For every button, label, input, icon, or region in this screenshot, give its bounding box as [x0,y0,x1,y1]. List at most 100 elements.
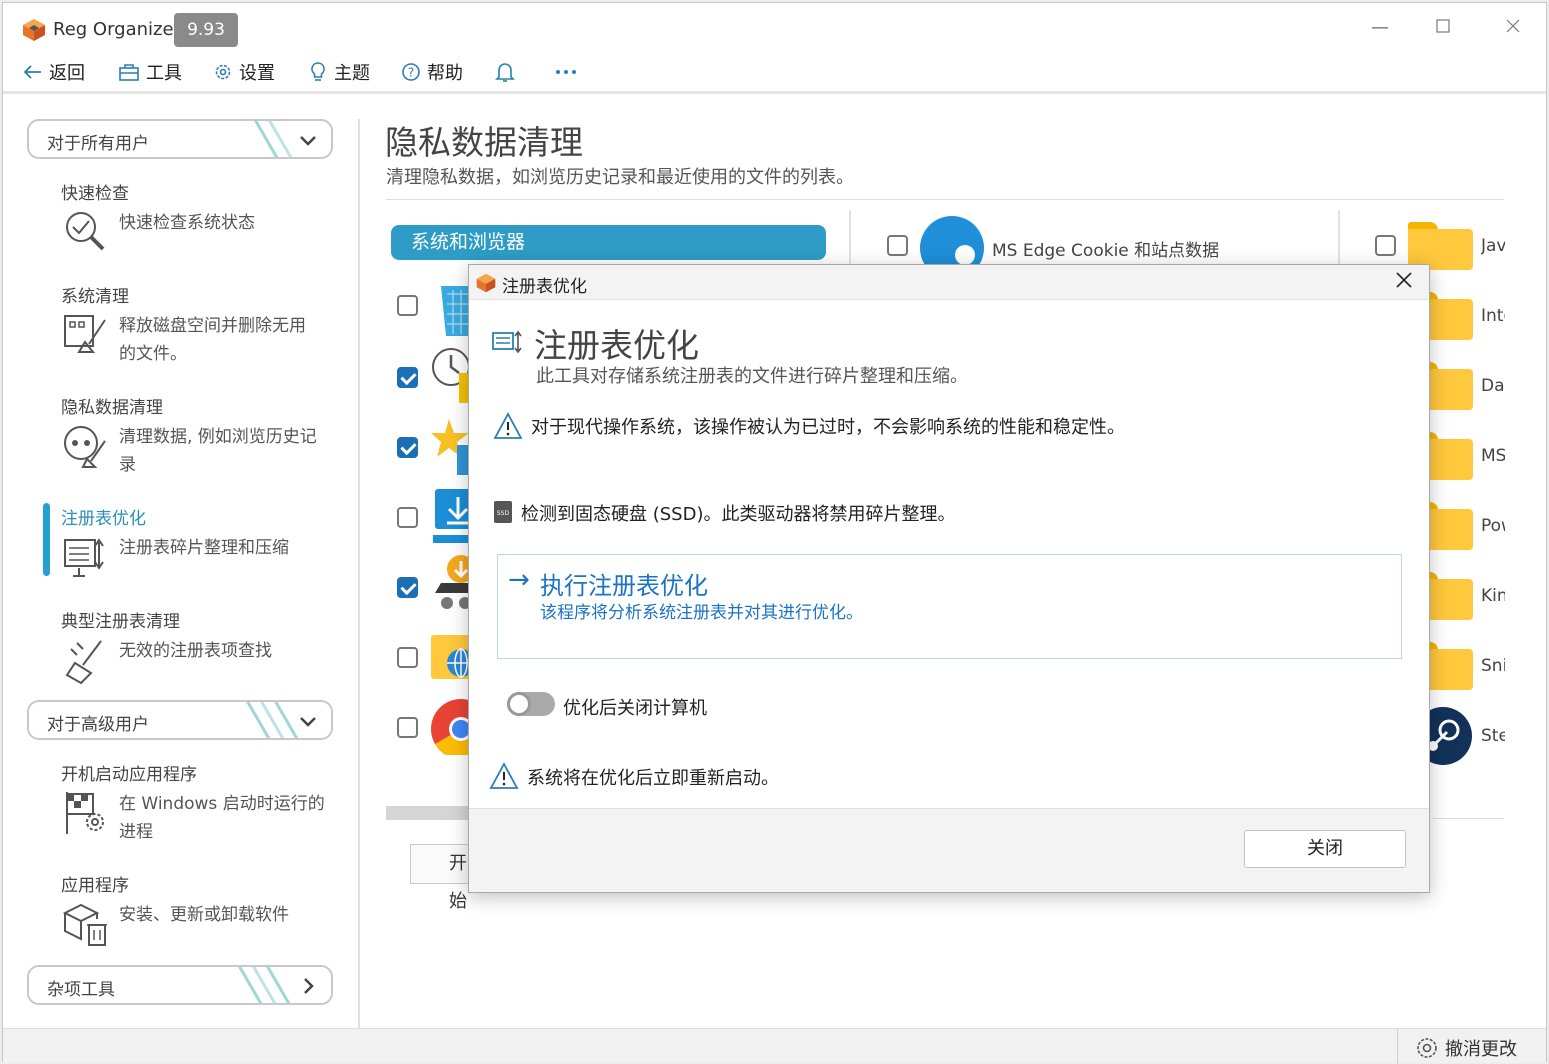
registry-compress-icon [64,538,104,577]
horizontal-scrollbar[interactable] [386,806,476,820]
help-label: 帮助 [427,63,463,84]
toggle-label: 优化后关闭计算机 [563,698,707,719]
version-badge: 9.93 [174,13,238,47]
item-checkbox[interactable] [397,647,418,668]
dialog-footer: 关闭 [469,808,1429,892]
sidebar-item-quick-check[interactable]: 快速检查 快速检查系统状态 [61,179,331,259]
shutdown-after-toggle[interactable] [507,692,555,716]
magnifier-check-icon [66,212,105,251]
restart-notice: 系统将在优化后立即重新启动。 [527,768,779,789]
group-advanced-label: 对于高级用户 [47,715,149,735]
help-icon: ? [402,63,420,81]
item-checkbox[interactable] [397,295,418,316]
right-item-label: MS [1481,446,1505,466]
back-button[interactable]: 返回 [23,57,85,87]
tools-label: 工具 [146,63,182,84]
dialog-title: 注册表优化 [502,277,587,297]
sidebar-item-desc: 安装、更新或卸载软件 [119,905,289,925]
theme-label: 主题 [334,63,370,84]
category-system-browsers[interactable]: 系统和浏览器 [391,225,826,260]
group-misc-label: 杂项工具 [47,980,115,1000]
sidebar-item-desc: 快速检查系统状态 [119,213,255,233]
item-checkbox[interactable] [397,577,418,598]
title-divider [386,199,1504,200]
lightbulb-icon [311,62,325,81]
incognito-broom-icon [64,426,106,468]
sidebar-item-desc: 无效的注册表项查找 [119,641,272,661]
settings-button[interactable]: 设置 [213,57,275,87]
dialog-title-bar: 注册表优化 [469,265,1429,300]
maximize-button[interactable] [1428,13,1458,43]
right-item-label: Power [1481,516,1505,536]
title-bar: Reg Organizer 9.93 — [3,3,1546,53]
checkered-flag-gear-icon [66,792,104,834]
theme-button[interactable]: 主题 [308,57,370,87]
minimize-button[interactable]: — [1365,13,1395,43]
sidebar-item-applications[interactable]: 应用程序 安装、更新或卸载软件 [61,871,331,951]
undo-changes-button[interactable]: 撤消更改 [1415,1035,1517,1061]
chevron-down-icon [300,717,316,727]
toolbox-icon [119,64,139,81]
sidebar-item-desc: 在 Windows 启动时运行的进程 [119,794,325,842]
ssd-notice: 检测到固态硬盘 (SSD)。此类驱动器将禁用碎片整理。 [521,504,956,525]
sidebar-item-title: 注册表优化 [61,509,146,529]
svg-text:SSD: SSD [497,510,510,517]
sidebar-item-title: 开机启动应用程序 [61,765,197,785]
edge-cookie-label: MS Edge Cookie 和站点数据 [992,241,1220,261]
help-button[interactable]: ? 帮助 [401,57,463,87]
sidebar-item-desc: 注册表碎片整理和压缩 [119,538,289,558]
gear-icon [215,64,231,80]
content-divider [1433,818,1504,819]
back-label: 返回 [49,63,85,84]
active-item-indicator [43,503,50,576]
registry-optimize-icon [492,330,522,354]
item-checkbox[interactable] [1375,235,1396,256]
sidebar-item-title: 快速检查 [61,184,129,204]
more-icon [556,70,576,74]
close-window-button[interactable] [1498,13,1528,43]
sidebar-item-registry-clean[interactable]: 典型注册表清理 无效的注册表项查找 [61,607,331,687]
outdated-warning: 对于现代操作系统，该操作被认为已过时，不会影响系统的性能和稳定性。 [531,417,1125,438]
sidebar-item-privacy-cleanup[interactable]: 隐私数据清理 清理数据, 例如浏览历史记录 [61,393,331,483]
item-checkbox[interactable] [397,507,418,528]
page-title: 隐私数据清理 [385,123,583,162]
sidebar-divider [358,119,360,1029]
app-logo-icon [23,19,45,41]
sidebar-item-registry-optimize[interactable]: 注册表优化 注册表碎片整理和压缩 [61,504,331,584]
sidebar-item-title: 隐私数据清理 [61,398,163,418]
sidebar-item-title: 应用程序 [61,876,129,896]
dialog-close-button[interactable]: 关闭 [1244,830,1406,868]
sidebar-item-system-cleanup[interactable]: 系统清理 释放磁盘空间并删除无用的文件。 [61,282,331,372]
broom-icon [65,640,102,685]
folder-icon [1408,222,1473,270]
item-checkbox[interactable] [397,367,418,388]
item-checkbox[interactable] [397,717,418,738]
group-all-users[interactable]: 对于所有用户 [27,119,333,159]
page-subtitle: 清理隐私数据，如浏览历史记录和最近使用的文件的列表。 [386,167,854,188]
sidebar-item-startup-apps[interactable]: 开机启动应用程序 在 Windows 启动时运行的进程 [61,760,331,850]
group-misc-tools[interactable]: 杂项工具 [27,965,333,1005]
ssd-drive-icon: SSD [494,501,512,523]
app-name: Reg Organizer [53,19,181,40]
right-item-label: Snip [1481,656,1505,676]
dialog-subheading: 此工具对存储系统注册表的文件进行碎片整理和压缩。 [536,366,968,387]
right-item-label: Java [1481,236,1505,256]
sidebar-item-title: 典型注册表清理 [61,612,180,632]
item-checkbox[interactable] [397,437,418,458]
more-button[interactable] [555,57,583,87]
status-bar: 撤消更改 [3,1028,1546,1064]
right-item-label: Internet [1481,306,1505,326]
notifications-button[interactable] [495,57,521,87]
bell-icon [495,63,515,82]
undo-gear-icon [1417,1038,1437,1058]
toolbar-divider [3,91,1546,94]
tools-button[interactable]: 工具 [118,57,182,87]
right-item-label: Data [1481,376,1505,396]
action-title: 执行注册表优化 [540,572,708,600]
item-checkbox[interactable] [887,235,908,256]
group-advanced-users[interactable]: 对于高级用户 [27,700,333,740]
run-optimization-action[interactable]: → 执行注册表优化 该程序将分析系统注册表并对其进行优化。 [497,554,1402,659]
dialog-close-x-button[interactable] [1391,269,1417,295]
chevron-right-icon [304,978,314,994]
box-trash-icon [62,903,107,946]
